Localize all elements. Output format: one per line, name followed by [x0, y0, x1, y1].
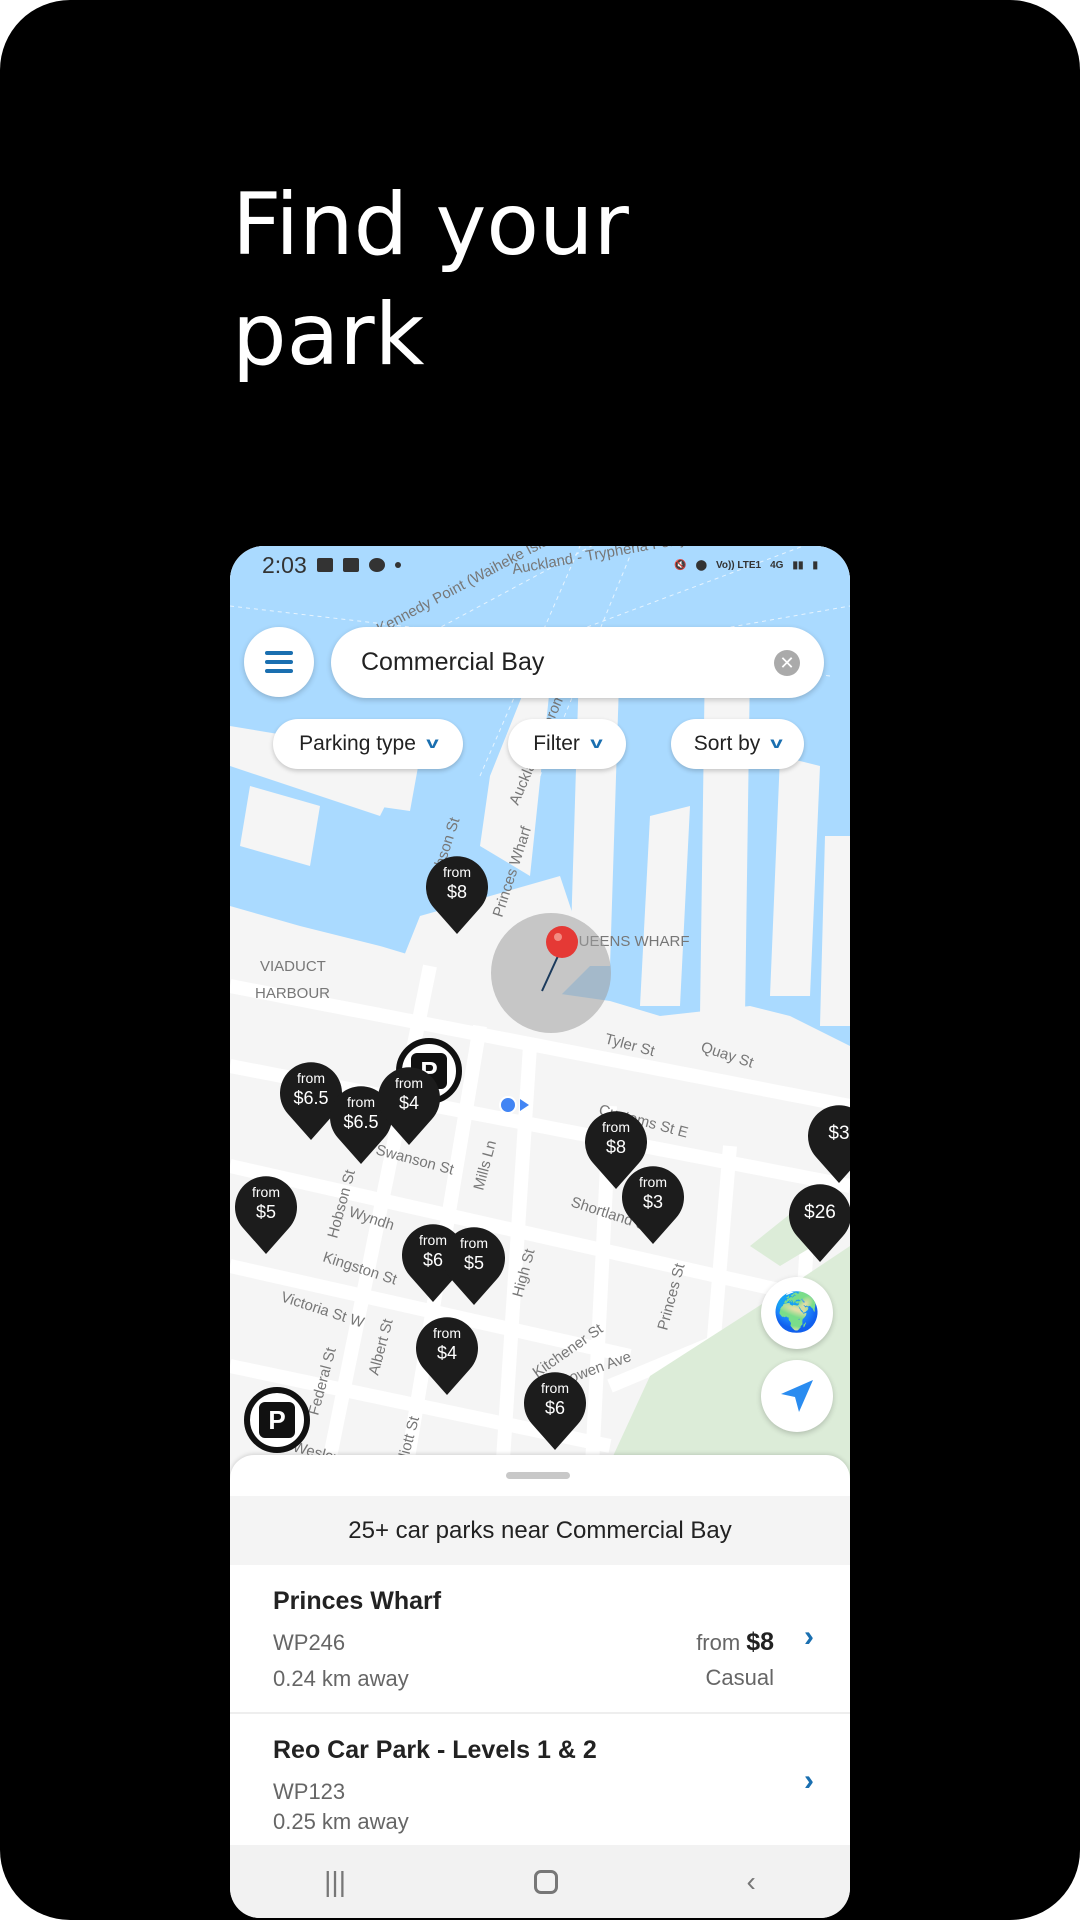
chevron-down-icon: v [426, 735, 439, 752]
marker-price: $3 [828, 1123, 850, 1144]
map-label: VIADUCT [260, 958, 326, 975]
marker-prefix: from [433, 1325, 461, 1341]
chip-label: Filter [533, 732, 580, 755]
android-nav-bar: ||| ‹ [230, 1845, 850, 1918]
marker-price: $8 [605, 1137, 627, 1157]
price-marker[interactable]: from $4 [415, 1315, 479, 1397]
car-park-name: Reo Car Park - Levels 1 & 2 [273, 1736, 597, 1764]
menu-icon [265, 651, 293, 655]
car-park-distance: 0.24 km away [273, 1666, 409, 1691]
car-park-name: Princes Wharf [273, 1587, 442, 1615]
chevron-down-icon: v [590, 735, 603, 752]
sheet-drag-handle[interactable] [506, 1472, 570, 1479]
mute-icon: 🔇 [674, 559, 687, 571]
location-pin-icon [546, 926, 578, 958]
map-type-button[interactable]: 🌍 [761, 1277, 833, 1349]
chevron-down-icon: v [770, 735, 783, 752]
network-label: Vo)) LTE1 [715, 559, 762, 571]
chevron-right-icon[interactable]: › [804, 1764, 814, 1798]
results-sheet: 25+ car parks near Commercial Bay Prince… [230, 1455, 850, 1845]
results-count: 25+ car parks near Commercial Bay [230, 1496, 850, 1565]
search-input[interactable]: Commercial Bay ✕ [331, 627, 824, 698]
price-marker[interactable]: from $5 [234, 1174, 298, 1256]
result-item[interactable]: Reo Car Park - Levels 1 & 2 WP123 0.25 k… [230, 1714, 850, 1845]
headline: Find your park [232, 170, 832, 390]
recent-apps-icon[interactable]: ||| [324, 1866, 346, 1898]
marker-prefix: from [252, 1184, 280, 1200]
sync-icon [368, 558, 385, 572]
status-bar: 2:03 🔇 ⬤ Vo)) LTE1 4G ▮▮ ▮ [230, 546, 850, 584]
price-marker[interactable]: from $4 [377, 1065, 441, 1147]
gallery-icon [316, 558, 333, 572]
marker-prefix: from [602, 1119, 630, 1135]
battery-icon: ▮ [812, 559, 818, 571]
car-park-price: from $8 [696, 1628, 774, 1657]
my-location-button[interactable] [761, 1360, 833, 1432]
map-label: HARBOUR [255, 985, 330, 1002]
marker-price: $8 [446, 882, 468, 902]
price-value: $8 [746, 1628, 774, 1656]
marker-price: $5 [463, 1253, 485, 1273]
marker-prefix: from [639, 1174, 667, 1190]
price-marker[interactable]: $3 [807, 1103, 850, 1185]
globe-icon: 🌍 [773, 1292, 821, 1334]
headline-line-1: Find your [232, 175, 629, 275]
car-park-code: WP123 [273, 1779, 346, 1804]
marker-price: $4 [398, 1093, 420, 1113]
marker-price: $26 [804, 1202, 836, 1223]
sort-by-dropdown[interactable]: Sort by v [671, 719, 804, 769]
dot-icon [394, 562, 401, 568]
phone-screen: Kennedy Point (Waiheke Isla Auckland - T… [230, 546, 850, 1918]
marker-prefix: from [443, 864, 471, 880]
car-park-code: WP246 [273, 1630, 346, 1655]
marker-price: $5 [255, 1202, 277, 1222]
price-marker[interactable]: from $5 [442, 1225, 506, 1307]
search-value: Commercial Bay [361, 648, 545, 676]
parking-cluster-icon[interactable]: P [244, 1387, 310, 1453]
car-park-type: Casual [705, 1665, 774, 1690]
price-marker[interactable]: from $8 [425, 854, 489, 936]
marker-prefix: from [395, 1075, 423, 1091]
promo-frame: Find your park Kennedy Point (Waiheke Is… [0, 0, 1080, 1920]
chip-label: Parking type [299, 732, 416, 755]
network-type: 4G [770, 559, 784, 571]
home-icon[interactable] [534, 1869, 559, 1894]
marker-price: $4 [436, 1343, 458, 1363]
price-marker[interactable]: from $6 [523, 1370, 587, 1452]
navigation-arrow-icon [781, 1380, 813, 1412]
signal-icon: ▮▮ [792, 559, 804, 571]
headline-line-2: park [232, 285, 425, 385]
chip-label: Sort by [693, 732, 761, 755]
back-icon[interactable]: ‹ [747, 1866, 756, 1898]
marker-price: $3 [642, 1192, 664, 1212]
result-item[interactable]: Princes Wharf WP246 0.24 km away from $8 … [230, 1565, 850, 1714]
menu-button[interactable] [244, 627, 314, 697]
marker-prefix: from [460, 1235, 488, 1251]
marker-prefix: from [541, 1380, 569, 1396]
current-location-dot [499, 1096, 517, 1114]
price-marker[interactable]: from $3 [621, 1164, 685, 1246]
parking-type-dropdown[interactable]: Parking type v [273, 719, 463, 769]
car-park-distance: 0.25 km away [273, 1809, 409, 1834]
filter-dropdown[interactable]: Filter v [508, 719, 626, 769]
price-marker[interactable]: $26 [788, 1182, 850, 1264]
location-icon: ⬤ [695, 559, 707, 571]
close-icon[interactable]: ✕ [774, 650, 800, 676]
status-time: 2:03 [262, 551, 307, 578]
price-prefix: from [696, 1630, 741, 1655]
chevron-right-icon[interactable]: › [804, 1620, 814, 1654]
calendar-icon [342, 558, 359, 572]
marker-price: $6 [544, 1398, 566, 1418]
